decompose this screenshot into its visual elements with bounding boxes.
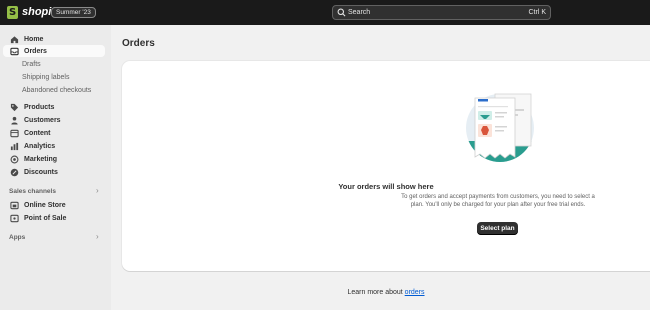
chevron-right-icon[interactable]: ›	[96, 186, 99, 196]
sidebar-item-label: Orders	[24, 47, 47, 55]
sidebar-item-label: Marketing	[24, 155, 58, 163]
search-bar[interactable]: Search Ctrl K	[332, 5, 551, 20]
sidebar-item-discounts[interactable]: Discounts	[3, 166, 105, 178]
top-bar: shopify Summer '23 Search Ctrl K	[0, 0, 650, 25]
sidebar-item-analytics[interactable]: Analytics	[3, 140, 105, 152]
page-title: Orders	[122, 38, 155, 49]
content-icon	[8, 127, 20, 139]
learn-more-footer: Learn more about orders	[122, 289, 650, 296]
inbox-icon	[8, 45, 20, 57]
sidebar-item-label: Content	[24, 129, 51, 137]
sidebar-item-label: Analytics	[24, 142, 56, 150]
footer-text: Learn more about	[347, 289, 405, 296]
sidebar-item-label: Customers	[24, 116, 61, 124]
sidebar-subitem-shipping-labels[interactable]: Shipping labels	[22, 74, 69, 81]
sidebar-subitem-abandoned-checkouts[interactable]: Abandoned checkouts	[22, 87, 91, 94]
search-shortcut: Ctrl K	[528, 9, 547, 16]
discount-icon	[8, 166, 20, 178]
orders-link[interactable]: orders	[405, 289, 425, 296]
search-placeholder: Search	[348, 9, 371, 16]
edition-badge: Summer '23	[51, 7, 96, 18]
tag-icon	[8, 101, 20, 113]
sidebar-item-home[interactable]: Home	[3, 33, 105, 45]
bar-chart-icon	[8, 140, 20, 152]
person-icon	[8, 114, 20, 126]
sidebar-item-products[interactable]: Products	[3, 101, 105, 113]
empty-state-title: Your orders will show here	[338, 182, 434, 191]
sidebar-item-label: Point of Sale	[24, 214, 67, 222]
pos-icon	[8, 212, 20, 224]
store-icon	[8, 199, 20, 211]
sidebar-subitem-drafts[interactable]: Drafts	[22, 61, 41, 68]
home-icon	[8, 33, 20, 45]
sales-channels-heading: Sales channels	[9, 188, 56, 195]
sidebar-item-customers[interactable]: Customers	[3, 114, 105, 126]
empty-state-description: To get orders and accept payments from c…	[401, 194, 595, 208]
sidebar-item-label: Home	[24, 35, 44, 43]
sidebar-item-point-of-sale[interactable]: Point of Sale	[3, 212, 105, 224]
apps-heading: Apps	[9, 234, 26, 241]
sidebar-item-label: Online Store	[24, 201, 66, 209]
sidebar-item-marketing[interactable]: Marketing	[3, 153, 105, 165]
orders-illustration	[466, 93, 534, 162]
sidebar-item-label: Discounts	[24, 168, 58, 176]
chevron-right-icon[interactable]: ›	[96, 232, 99, 242]
target-icon	[8, 153, 20, 165]
select-plan-button[interactable]: Select plan	[477, 222, 518, 235]
shopify-bag-icon	[7, 6, 18, 19]
sidebar-item-content[interactable]: Content	[3, 127, 105, 139]
sidebar-item-orders[interactable]: Orders	[3, 45, 105, 57]
sidebar-item-online-store[interactable]: Online Store	[3, 199, 105, 211]
search-icon	[337, 8, 346, 17]
sidebar-item-label: Products	[24, 103, 55, 111]
